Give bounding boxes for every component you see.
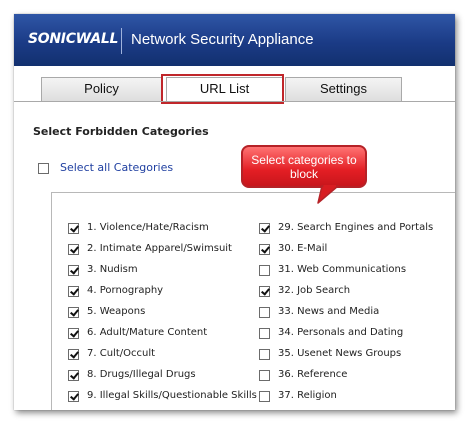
tab-policy[interactable]: Policy: [41, 77, 162, 101]
header-divider: [121, 28, 122, 54]
tab-settings[interactable]: Settings: [285, 77, 402, 101]
category-label: 33. News and Media: [278, 306, 380, 317]
category-checkbox[interactable]: [259, 244, 270, 255]
category-checkbox[interactable]: [259, 349, 270, 360]
callout-annotation: Select categories to block: [241, 145, 367, 188]
select-all-link[interactable]: Select all Categories: [60, 161, 173, 174]
category-label: 35. Usenet News Groups: [278, 348, 402, 359]
category-label: 5. Weapons: [87, 306, 146, 317]
category-checkbox[interactable]: [259, 307, 270, 318]
sonicwall-logo: SONICWALL: [28, 31, 119, 47]
category-label: 3. Nudism: [87, 264, 138, 275]
category-checkbox[interactable]: [68, 265, 79, 276]
category-checkbox[interactable]: [68, 328, 79, 339]
category-label: 31. Web Communications: [278, 264, 407, 275]
select-all-checkbox[interactable]: [38, 163, 49, 174]
category-checkbox[interactable]: [68, 349, 79, 360]
category-label: 37. Religion: [278, 390, 337, 401]
category-label: 29. Search Engines and Portals: [278, 222, 434, 233]
section-title: Select Forbidden Categories: [33, 125, 209, 138]
category-label: 36. Reference: [278, 369, 348, 380]
category-checkbox[interactable]: [259, 265, 270, 276]
category-checkbox[interactable]: [259, 391, 270, 402]
category-checkbox[interactable]: [68, 307, 79, 318]
app-title: Network Security Appliance: [131, 31, 314, 48]
category-label: 34. Personals and Dating: [278, 327, 404, 338]
app-window: SONICWALL Network Security Appliance Pol…: [14, 14, 455, 410]
tab-baseline: [14, 101, 455, 102]
app-header: SONICWALL Network Security Appliance: [14, 14, 455, 66]
category-checkbox[interactable]: [68, 223, 79, 234]
category-label: 4. Pornography: [87, 285, 164, 296]
category-checkbox[interactable]: [68, 286, 79, 297]
category-checkbox[interactable]: [68, 244, 79, 255]
category-checkbox[interactable]: [259, 223, 270, 234]
tab-url-list[interactable]: URL List: [166, 77, 283, 101]
category-checkbox[interactable]: [68, 370, 79, 381]
category-checkbox[interactable]: [259, 286, 270, 297]
category-label: 32. Job Search: [278, 285, 351, 296]
category-label: 1. Violence/Hate/Racism: [87, 222, 209, 233]
category-list-panel: 1. Violence/Hate/Racism 2. Intimate Appar…: [51, 192, 455, 410]
category-checkbox[interactable]: [259, 370, 270, 381]
category-label: 6. Adult/Mature Content: [87, 327, 208, 338]
category-label: 2. Intimate Apparel/Swimsuit: [87, 243, 232, 254]
category-checkbox[interactable]: [259, 328, 270, 339]
category-checkbox[interactable]: [68, 391, 79, 402]
category-label: 7. Cult/Occult: [87, 348, 156, 359]
category-label: 30. E-Mail: [278, 243, 328, 254]
category-label: 9. Illegal Skills/Questionable Skills: [87, 390, 257, 401]
category-label: 8. Drugs/Illegal Drugs: [87, 369, 196, 380]
